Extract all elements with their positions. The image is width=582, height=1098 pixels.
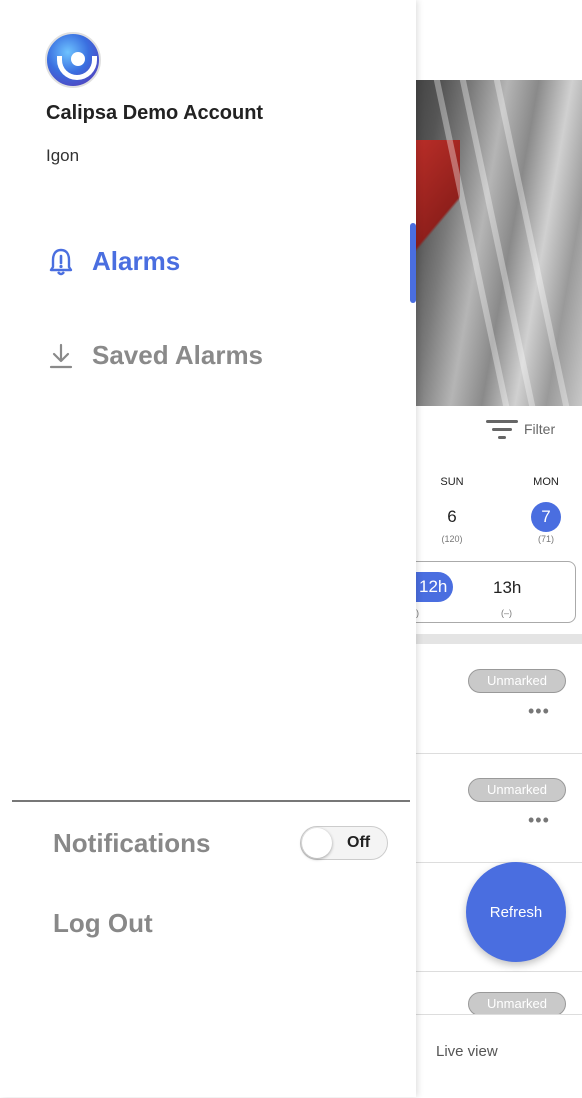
- notifications-label: Notifications: [53, 828, 211, 858]
- account-subtitle: Igon: [46, 146, 80, 165]
- alarm-card[interactable]: Unmarked •••: [416, 645, 582, 754]
- refresh-button[interactable]: Refresh: [466, 862, 566, 962]
- day-count: (120): [441, 534, 463, 544]
- day-number: 6: [447, 507, 457, 526]
- alarm-card[interactable]: Unmarked: [416, 972, 582, 1016]
- calipsa-logo: [45, 32, 101, 88]
- camera-snapshot[interactable]: [400, 80, 582, 406]
- section-divider: [416, 634, 582, 644]
- nav-item-label: Alarms: [92, 246, 181, 276]
- hour-option[interactable]: 13h: [493, 578, 521, 598]
- nav-item-label: Saved Alarms: [92, 340, 264, 370]
- navigation-drawer: Calipsa Demo Account Igon Alarms Saved A…: [0, 0, 416, 1097]
- toggle-state-label: Off: [347, 834, 371, 851]
- bell-icon: [48, 247, 74, 277]
- toggle-knob: [302, 828, 332, 858]
- logout-button[interactable]: Log Out: [53, 908, 153, 939]
- nav-item-saved-alarms[interactable]: Saved Alarms: [48, 340, 263, 371]
- status-badge: Unmarked: [468, 669, 566, 693]
- filter-label: Filter: [524, 421, 556, 437]
- day-count: (71): [537, 534, 554, 544]
- more-options-icon[interactable]: •••: [528, 810, 550, 831]
- download-icon: [48, 342, 74, 370]
- alarm-card[interactable]: Unmarked •••: [416, 754, 582, 863]
- notifications-toggle[interactable]: Off: [300, 826, 388, 860]
- hour-selector[interactable]: 12h (10) 13h (–): [400, 561, 576, 623]
- day-mon[interactable]: MON 7 (71): [516, 476, 576, 544]
- status-badge: Unmarked: [468, 778, 566, 802]
- camera-stripe: [490, 80, 576, 406]
- filter-button[interactable]: Filter: [486, 418, 555, 440]
- drawer-divider: [12, 800, 410, 802]
- day-sun[interactable]: SUN 6 (120): [422, 476, 482, 544]
- day-name: MON: [533, 476, 559, 488]
- day-name: SUN: [440, 476, 464, 488]
- more-options-icon[interactable]: •••: [528, 701, 550, 722]
- day-number-selected: 7: [531, 502, 561, 532]
- active-indicator: [410, 223, 416, 303]
- status-badge: Unmarked: [468, 992, 566, 1016]
- nav-item-alarms[interactable]: Alarms: [48, 246, 180, 277]
- account-name: Calipsa Demo Account: [46, 102, 264, 124]
- bottom-nav: Live view: [416, 1014, 582, 1098]
- live-view-tab[interactable]: Live view: [436, 1043, 498, 1060]
- filter-icon: [486, 418, 518, 440]
- hour-count: (–): [501, 608, 512, 618]
